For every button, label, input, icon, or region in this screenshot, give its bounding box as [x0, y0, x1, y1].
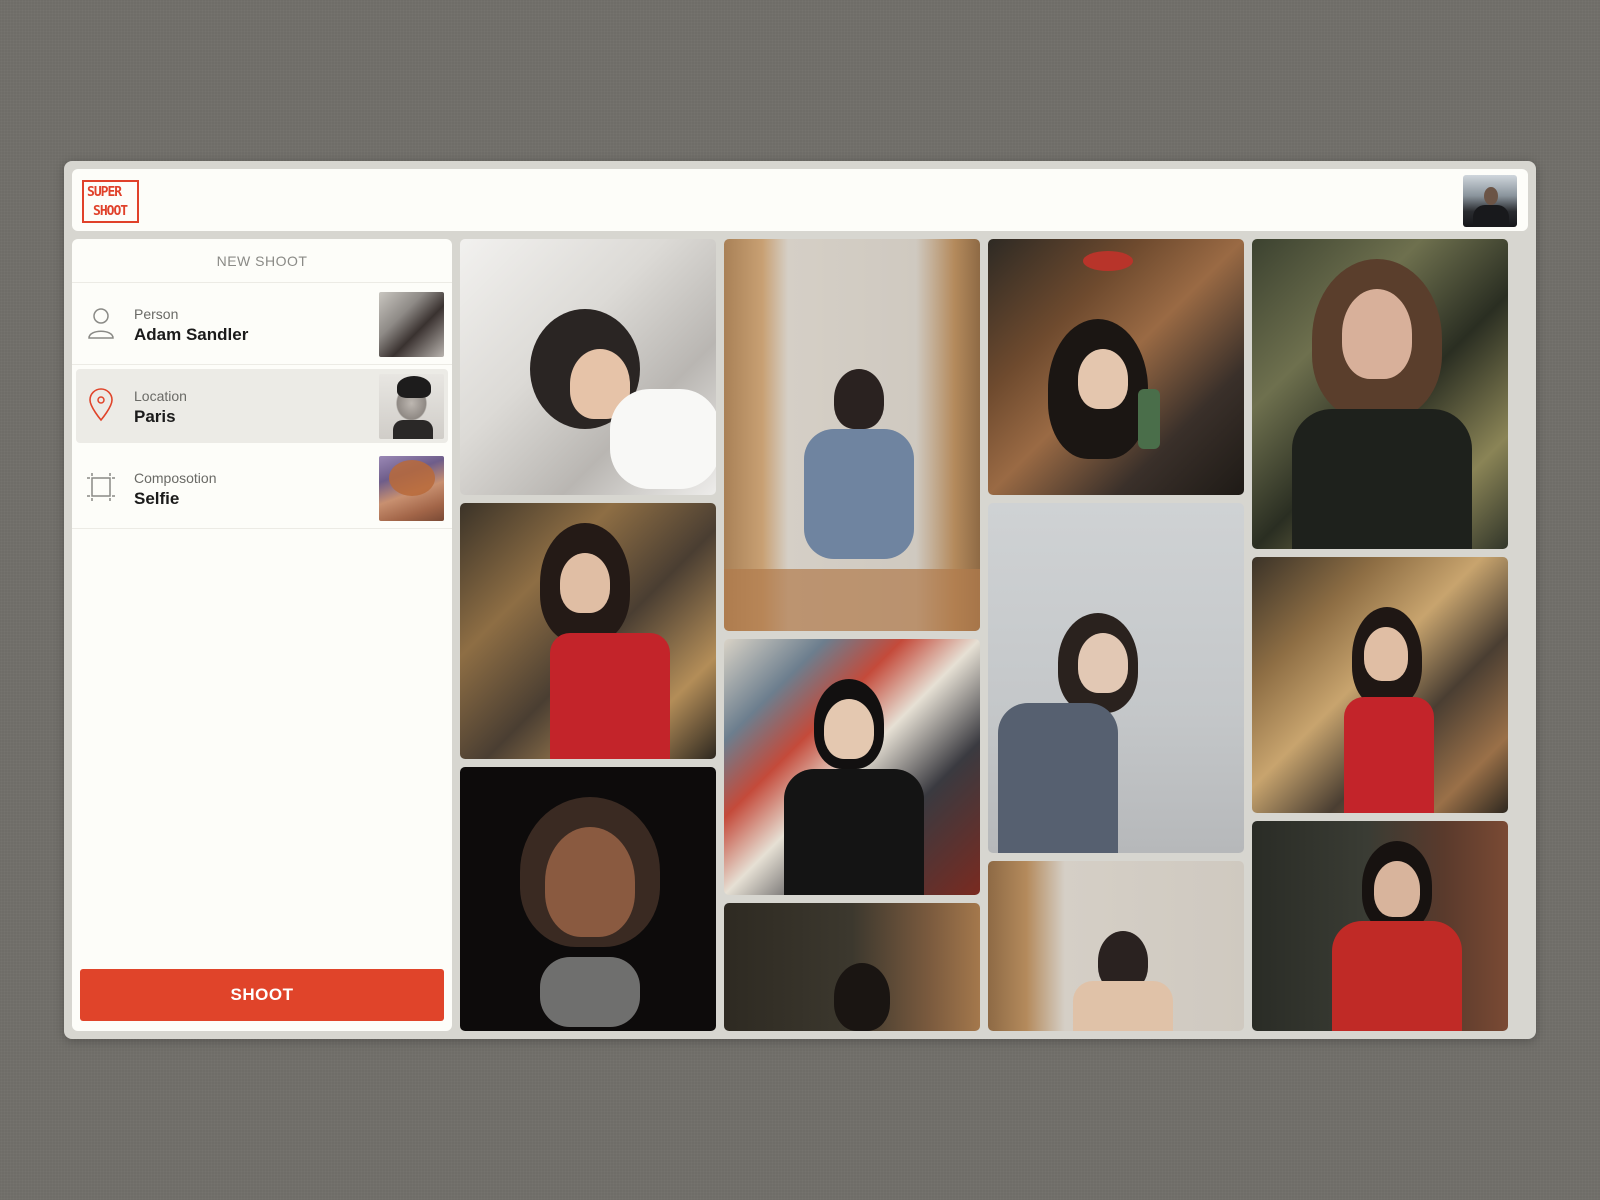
gallery-photo-8[interactable]	[988, 503, 1244, 853]
person-thumbnail	[379, 292, 444, 357]
crop-frame-icon	[87, 473, 115, 501]
location-label: Location	[134, 388, 187, 404]
gallery-photo-6[interactable]	[724, 903, 980, 1031]
logo-line-1: SUPER	[87, 185, 122, 200]
location-pin-icon	[89, 388, 113, 422]
app-window: SUPER SHOOT NEW SHOOT Person Adam Sandle…	[64, 161, 1536, 1039]
composition-label: Composotion	[134, 470, 217, 486]
gallery-photo-11[interactable]	[1252, 557, 1508, 813]
location-thumbnail	[379, 374, 444, 439]
location-row[interactable]: Location Paris	[76, 369, 448, 443]
person-value: Adam Sandler	[134, 325, 249, 344]
gallery-photo-10[interactable]	[1252, 239, 1508, 549]
person-row[interactable]: Person Adam Sandler	[72, 283, 452, 365]
gallery-photo-2[interactable]	[460, 503, 716, 759]
location-value: Paris	[134, 407, 176, 426]
person-label: Person	[134, 306, 179, 322]
new-shoot-panel: NEW SHOOT Person Adam Sandler Location P…	[72, 239, 452, 1031]
shoot-button[interactable]: SHOOT	[80, 969, 444, 1021]
gallery-photo-3[interactable]	[460, 767, 716, 1031]
person-icon	[88, 308, 114, 339]
top-bar: SUPER SHOOT	[72, 169, 1528, 231]
super-shoot-logo[interactable]: SUPER SHOOT	[82, 180, 139, 223]
panel-title: NEW SHOOT	[72, 239, 452, 283]
user-avatar[interactable]	[1463, 175, 1517, 227]
composition-value: Selfie	[134, 489, 180, 508]
gallery-photo-4[interactable]	[724, 239, 980, 631]
logo-line-2: SHOOT	[93, 204, 128, 219]
gallery-photo-12[interactable]	[1252, 821, 1508, 1031]
composition-thumbnail	[379, 456, 444, 521]
gallery-photo-5[interactable]	[724, 639, 980, 895]
gallery-photo-1[interactable]	[460, 239, 716, 495]
composition-row[interactable]: Composotion Selfie	[72, 447, 452, 529]
gallery-photo-9[interactable]	[988, 861, 1244, 1031]
gallery-photo-7[interactable]	[988, 239, 1244, 495]
